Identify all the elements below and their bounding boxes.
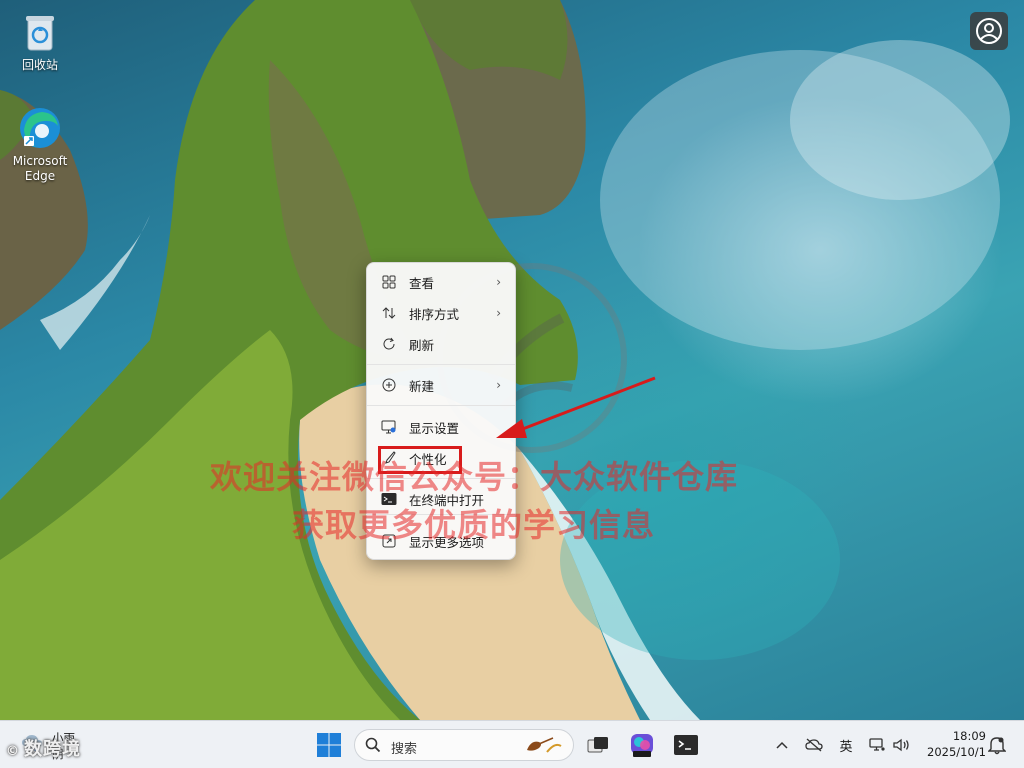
new-plus-icon [379, 377, 399, 393]
watermark-line-1: 欢迎关注微信公众号：大众软件仓库 [210, 458, 739, 496]
menu-separator [367, 405, 515, 406]
menu-item-refresh[interactable]: 刷新 [371, 330, 513, 358]
chevron-up-icon [776, 741, 788, 749]
clock-time: 18:09 [952, 729, 986, 743]
taskbar-search[interactable]: 搜索 [354, 729, 574, 761]
menu-item-label: 新建 [409, 378, 435, 394]
taskbar-copilot[interactable] [628, 731, 656, 759]
search-highlight-icon [527, 737, 562, 753]
desktop-icon-label: Microsoft Edge [12, 154, 68, 183]
account-button[interactable] [970, 12, 1008, 50]
menu-item-label: 刷新 [409, 337, 435, 353]
display-settings-icon [379, 419, 399, 435]
tray-volume[interactable] [892, 735, 912, 755]
menu-item-view[interactable]: 查看 › [371, 268, 513, 296]
taskbar-clock[interactable]: 18:09 2025/10/1 [920, 728, 986, 760]
copyright-icon: © [6, 744, 20, 759]
network-icon [869, 738, 885, 751]
submenu-arrow-icon: › [496, 378, 501, 392]
tray-network[interactable] [868, 735, 886, 755]
sort-icon [379, 305, 399, 321]
search-icon [365, 737, 381, 753]
menu-item-new[interactable]: 新建 › [371, 371, 513, 399]
copilot-icon [631, 734, 653, 757]
menu-separator [367, 364, 515, 365]
menu-item-label: 显示设置 [409, 420, 460, 436]
watermark-line-2: 获取更多优质的学习信息 [292, 506, 656, 544]
cloud-off-icon [805, 738, 823, 752]
taskbar-terminal[interactable] [672, 731, 700, 759]
bell-icon [987, 737, 1007, 755]
desktop-icon-recycle-bin[interactable]: 回收站 [2, 8, 78, 73]
start-button[interactable] [315, 731, 343, 759]
search-placeholder: 搜索 [391, 742, 418, 757]
recycle-bin-icon [16, 8, 64, 56]
desktop-icon-edge[interactable]: Microsoft Edge [2, 104, 78, 184]
show-hidden-icons-button[interactable] [774, 735, 790, 755]
submenu-arrow-icon: › [496, 275, 501, 289]
notification-button[interactable] [987, 735, 1007, 759]
submenu-arrow-icon: › [496, 306, 501, 320]
edge-browser-icon [16, 104, 64, 152]
grid-view-icon [379, 274, 399, 290]
menu-item-sort-by[interactable]: 排序方式 › [371, 299, 513, 327]
desktop-icon-label: 回收站 [21, 58, 58, 72]
speaker-icon [893, 738, 909, 752]
windows-logo-icon [317, 733, 341, 757]
corner-watermark: © 数跨境 [6, 739, 81, 760]
taskbar: 小雨 阴 © 数跨境 搜索 英 18:09 2025/10/1 [0, 720, 1024, 768]
terminal-icon [674, 735, 698, 755]
refresh-icon [379, 336, 399, 352]
menu-item-label: 查看 [409, 275, 435, 291]
task-view-icon [587, 737, 608, 753]
user-account-icon [976, 18, 1002, 44]
menu-item-label: 排序方式 [409, 306, 460, 322]
clock-date: 2025/10/1 [927, 745, 986, 759]
menu-item-display-settings[interactable]: 显示设置 [371, 413, 513, 441]
taskbar-task-view[interactable] [584, 731, 612, 759]
tray-onedrive[interactable] [804, 735, 824, 755]
input-method-indicator[interactable]: 英 [836, 735, 856, 755]
